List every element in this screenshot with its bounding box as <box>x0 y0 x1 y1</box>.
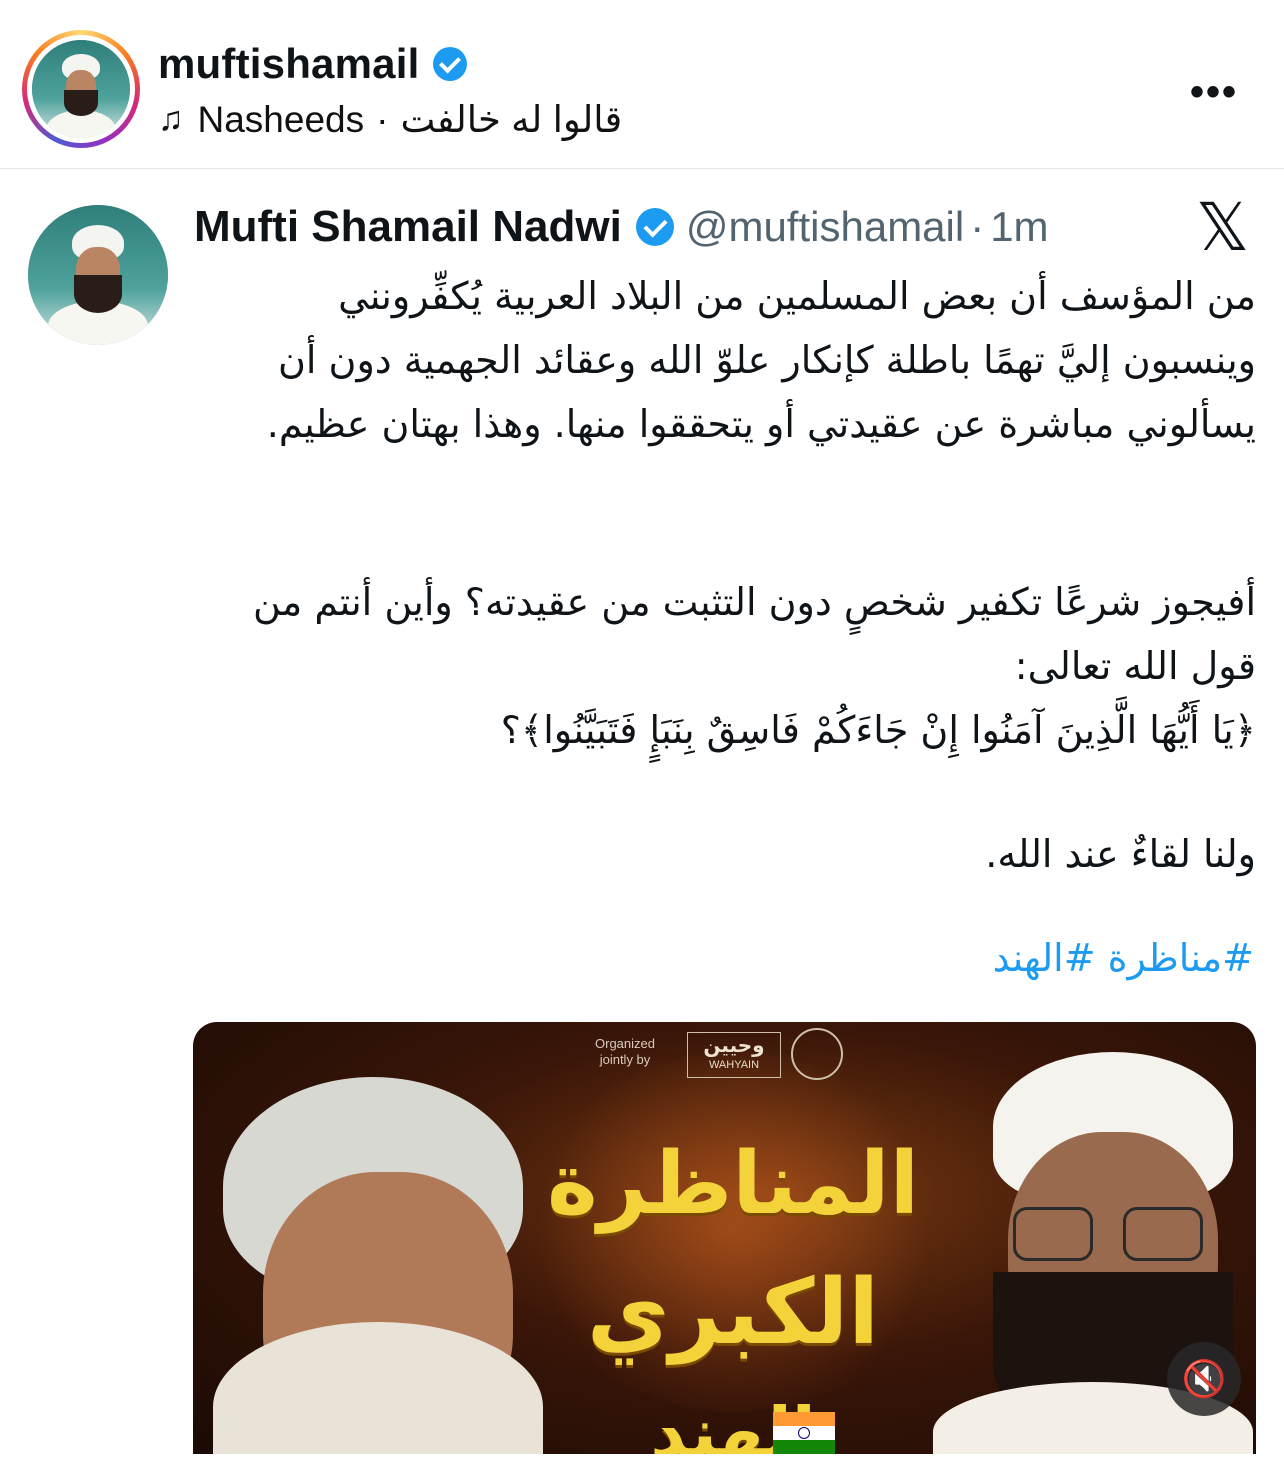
verified-badge-icon <box>635 208 674 246</box>
tweet-timestamp[interactable]: 1m <box>990 203 1048 251</box>
tweet-author-avatar[interactable] <box>28 205 168 345</box>
tweet-dot-separator: · <box>970 203 985 250</box>
hashtag-alhind[interactable]: #الهند <box>993 936 1096 980</box>
wahyain-logo-text: WAHYAIN <box>708 1059 760 1071</box>
media-title-line-2: الكبري <box>586 1260 880 1365</box>
tweet-paragraph-2: أفيجوز شرعًا تكفير شخصٍ دون التثبت من عق… <box>252 580 1256 752</box>
tweet-paragraph-3: ولنا لقاءٌ عند الله. <box>985 832 1256 876</box>
seal-logo-icon <box>791 1028 843 1080</box>
tweet-display-name[interactable]: Mufti Shamail Nadwi <box>194 202 622 252</box>
verified-badge-icon <box>433 47 468 81</box>
hashtags: #مناظرة #الهند <box>196 936 1254 980</box>
audio-track[interactable]: قالوا له خالفت <box>400 98 622 141</box>
username[interactable]: muftishamail <box>158 40 419 88</box>
music-note-icon: ♫ <box>158 100 184 138</box>
tweet-header: Mufti Shamail Nadwi @muftishamail · 1m <box>194 202 1049 252</box>
audio-row[interactable]: ♫ Nasheeds · قالوا له خالفت <box>158 98 622 141</box>
media-title-line-3: الهند <box>650 1392 816 1454</box>
instagram-post-header: muftishamail ♫ Nasheeds · قالوا له خالفت… <box>0 0 1284 169</box>
tweet-paragraph-1: من المؤسف أن بعض المسلمين من البلاد العر… <box>266 274 1256 446</box>
hashtag-munazara[interactable]: #مناظرة <box>1108 936 1254 980</box>
audio-artist[interactable]: Nasheeds <box>198 99 365 141</box>
wahyain-logo: وحيين WAHYAIN <box>687 1032 781 1078</box>
more-options-button[interactable]: ••• <box>1190 70 1238 115</box>
tweet-handle[interactable]: @muftishamail <box>686 203 964 251</box>
tweet-media-video[interactable]: Organized jointly by وحيين WAHYAIN المنا… <box>193 1022 1256 1454</box>
organized-by-label: Organized jointly by <box>595 1036 655 1067</box>
x-logo-icon[interactable]: 𝕏 <box>1196 194 1249 260</box>
audio-separator: · <box>376 98 389 140</box>
username-row: muftishamail <box>158 40 468 88</box>
glasses <box>1013 1207 1213 1261</box>
india-flag-icon <box>773 1412 835 1454</box>
media-title-line-1: المناظرة <box>546 1134 920 1234</box>
profile-avatar[interactable] <box>32 40 130 138</box>
mute-icon[interactable]: 🔇 <box>1167 1342 1241 1416</box>
